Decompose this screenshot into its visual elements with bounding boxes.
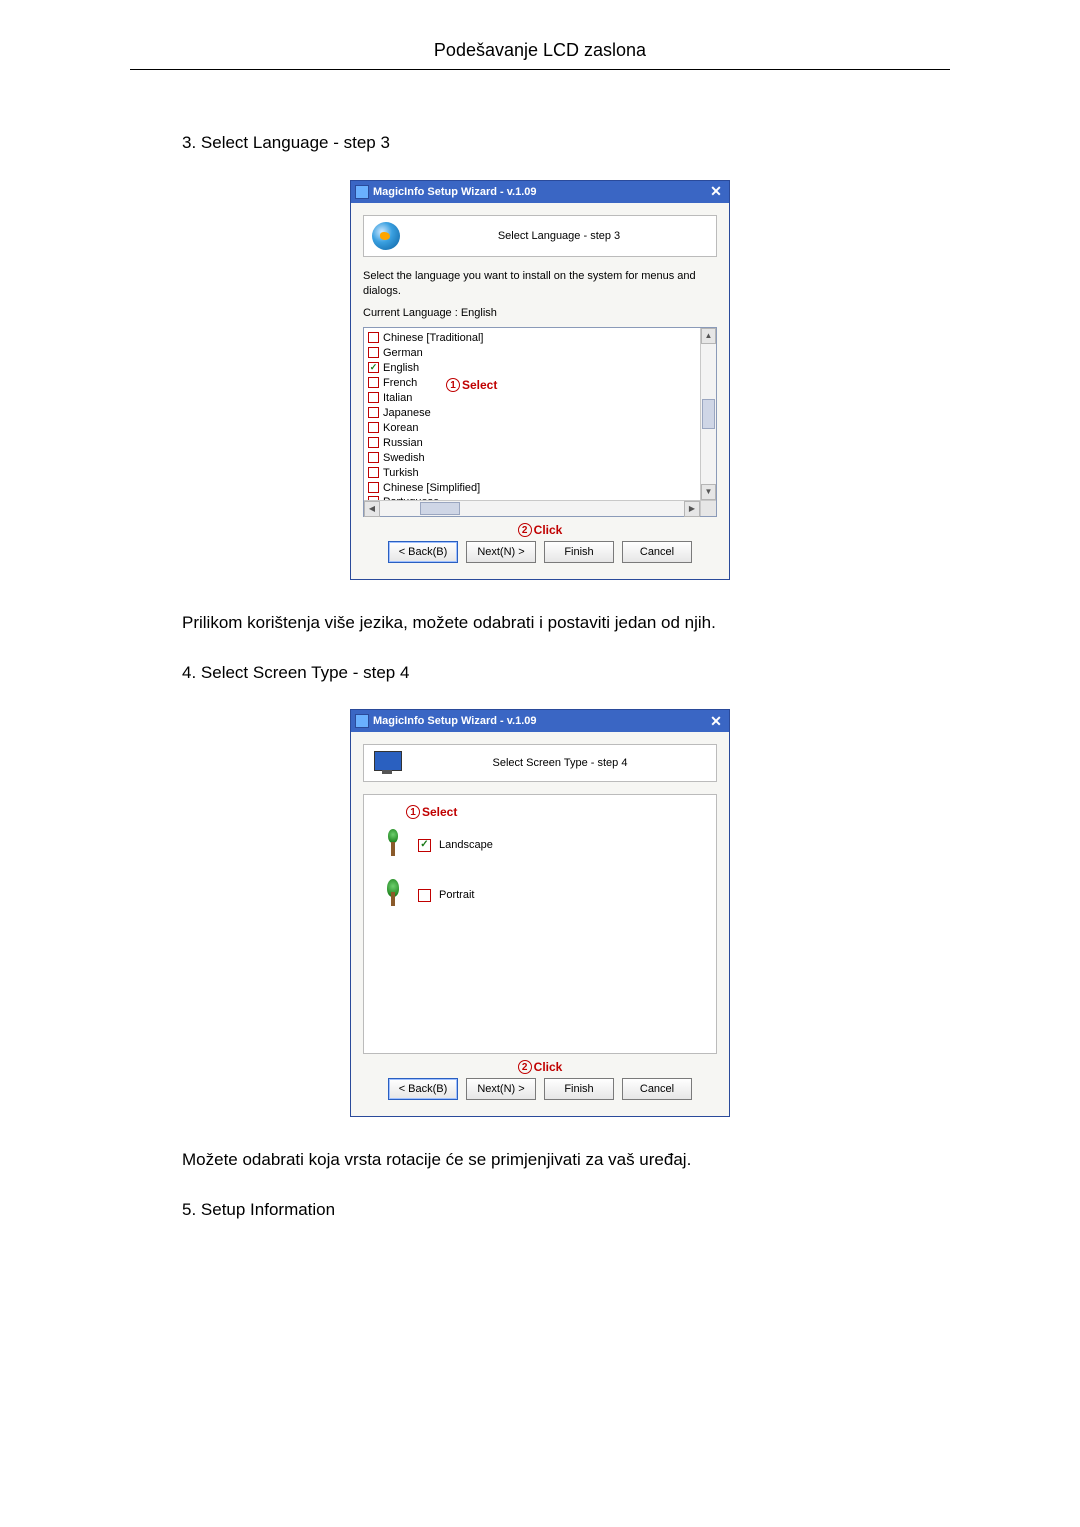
list-item[interactable]: Italian <box>368 390 696 405</box>
titlebar-text: MagicInfo Setup Wizard - v.1.09 <box>373 715 707 727</box>
cancel-button[interactable]: Cancel <box>622 1078 692 1100</box>
list-item[interactable]: Chinese [Traditional] <box>368 330 696 345</box>
callout-click-label: Click <box>534 523 563 537</box>
list-item-label: Turkish <box>383 467 419 479</box>
option-landscape[interactable]: Landscape <box>412 829 702 861</box>
scroll-thumb[interactable] <box>702 399 715 429</box>
next-button[interactable]: Next(N) > <box>466 1078 536 1100</box>
step-title: Select Language - step 3 <box>410 230 708 242</box>
list-item-label: English <box>383 362 419 374</box>
callout-select-label: Select <box>422 805 457 819</box>
list-item[interactable]: English <box>368 360 696 375</box>
list-item-label: French <box>383 377 417 389</box>
list-item[interactable]: Turkish <box>368 465 696 480</box>
next-button[interactable]: Next(N) > <box>466 541 536 563</box>
screen-type-panel: 1 Select Landscape Portrait <box>363 794 717 1054</box>
list-item-label: Russian <box>383 437 423 449</box>
monitor-icon <box>372 751 402 775</box>
list-item-label: Chinese [Traditional] <box>383 332 483 344</box>
scroll-left-icon[interactable]: ◀ <box>364 501 380 517</box>
list-item[interactable]: Korean <box>368 420 696 435</box>
page-title: Podešavanje LCD zaslona <box>130 40 950 70</box>
scroll-track[interactable] <box>701 344 716 484</box>
section-heading-4: 4. Select Screen Type - step 4 <box>182 660 950 686</box>
close-icon[interactable]: ✕ <box>707 713 725 730</box>
back-button[interactable]: < Back(B) <box>388 541 458 563</box>
checkbox-icon[interactable] <box>368 482 379 493</box>
step-panel: Select Screen Type - step 4 <box>363 744 717 782</box>
checkbox-icon[interactable] <box>368 467 379 478</box>
callout-number-2-icon: 2 <box>518 1060 532 1074</box>
checkbox-icon[interactable] <box>418 839 431 852</box>
section-paragraph-3: Prilikom korištenja više jezika, možete … <box>182 610 950 636</box>
callout-click: 2 Click <box>363 1060 717 1074</box>
checkbox-icon[interactable] <box>368 347 379 358</box>
wizard-dialog-language: MagicInfo Setup Wizard - v.1.09 ✕ Select… <box>350 180 730 581</box>
horizontal-scrollbar[interactable]: ◀ ▶ <box>364 500 700 516</box>
button-row: < Back(B) Next(N) > Finish Cancel <box>363 541 717 567</box>
checkbox-icon[interactable] <box>368 452 379 463</box>
titlebar: MagicInfo Setup Wizard - v.1.09 ✕ <box>351 181 729 203</box>
list-item-label: Korean <box>383 422 418 434</box>
vertical-scrollbar[interactable]: ▲ ▼ <box>700 328 716 500</box>
list-item-label: Swedish <box>383 452 425 464</box>
option-label: Portrait <box>439 889 474 901</box>
callout-click-label: Click <box>534 1060 563 1074</box>
step-panel: Select Language - step 3 <box>363 215 717 257</box>
checkbox-icon[interactable] <box>368 437 379 448</box>
scroll-corner <box>700 500 716 516</box>
section-heading-5: 5. Setup Information <box>182 1197 950 1223</box>
checkbox-icon[interactable] <box>368 392 379 403</box>
list-item[interactable]: Chinese [Simplified] <box>368 480 696 495</box>
list-item[interactable]: Japanese <box>368 405 696 420</box>
checkbox-icon[interactable] <box>368 407 379 418</box>
checkbox-icon[interactable] <box>368 422 379 433</box>
list-item[interactable]: Swedish <box>368 450 696 465</box>
scroll-down-icon[interactable]: ▼ <box>701 484 716 500</box>
app-icon <box>355 185 369 199</box>
tree-landscape-icon <box>378 829 404 861</box>
scroll-track[interactable] <box>380 501 684 516</box>
checkbox-icon[interactable] <box>368 332 379 343</box>
finish-button[interactable]: Finish <box>544 1078 614 1100</box>
current-language-label: Current Language : English <box>363 307 717 319</box>
scroll-up-icon[interactable]: ▲ <box>701 328 716 344</box>
language-listbox[interactable]: Chinese [Traditional] German English <box>363 327 717 517</box>
checkbox-icon[interactable] <box>368 362 379 373</box>
titlebar: MagicInfo Setup Wizard - v.1.09 ✕ <box>351 710 729 732</box>
list-item-label: Italian <box>383 392 412 404</box>
list-item[interactable]: French <box>368 375 696 390</box>
section-paragraph-4: Možete odabrati koja vrsta rotacije će s… <box>182 1147 950 1173</box>
cancel-button[interactable]: Cancel <box>622 541 692 563</box>
wizard-dialog-screentype: MagicInfo Setup Wizard - v.1.09 ✕ Select… <box>350 709 730 1117</box>
callout-number-1-icon: 1 <box>406 805 420 819</box>
option-portrait[interactable]: Portrait <box>412 879 702 911</box>
list-item-label: Japanese <box>383 407 431 419</box>
app-icon <box>355 714 369 728</box>
close-icon[interactable]: ✕ <box>707 183 725 200</box>
list-item[interactable]: Russian <box>368 435 696 450</box>
checkbox-icon[interactable] <box>418 889 431 902</box>
button-row: < Back(B) Next(N) > Finish Cancel <box>363 1078 717 1104</box>
step-title: Select Screen Type - step 4 <box>412 757 708 769</box>
back-button[interactable]: < Back(B) <box>388 1078 458 1100</box>
callout-select: 1 Select <box>406 805 702 819</box>
tree-portrait-icon <box>378 879 404 911</box>
titlebar-text: MagicInfo Setup Wizard - v.1.09 <box>373 186 707 198</box>
callout-number-2-icon: 2 <box>518 523 532 537</box>
list-item-label: German <box>383 347 423 359</box>
callout-click: 2 Click <box>363 523 717 537</box>
section-heading-3: 3. Select Language - step 3 <box>182 130 950 156</box>
scroll-right-icon[interactable]: ▶ <box>684 501 700 517</box>
globe-icon <box>372 222 400 250</box>
finish-button[interactable]: Finish <box>544 541 614 563</box>
checkbox-icon[interactable] <box>368 377 379 388</box>
list-item-label: Chinese [Simplified] <box>383 482 480 494</box>
list-item[interactable]: German <box>368 345 696 360</box>
instruction-text: Select the language you want to install … <box>363 269 717 300</box>
option-label: Landscape <box>439 839 493 851</box>
scroll-thumb[interactable] <box>420 502 460 515</box>
